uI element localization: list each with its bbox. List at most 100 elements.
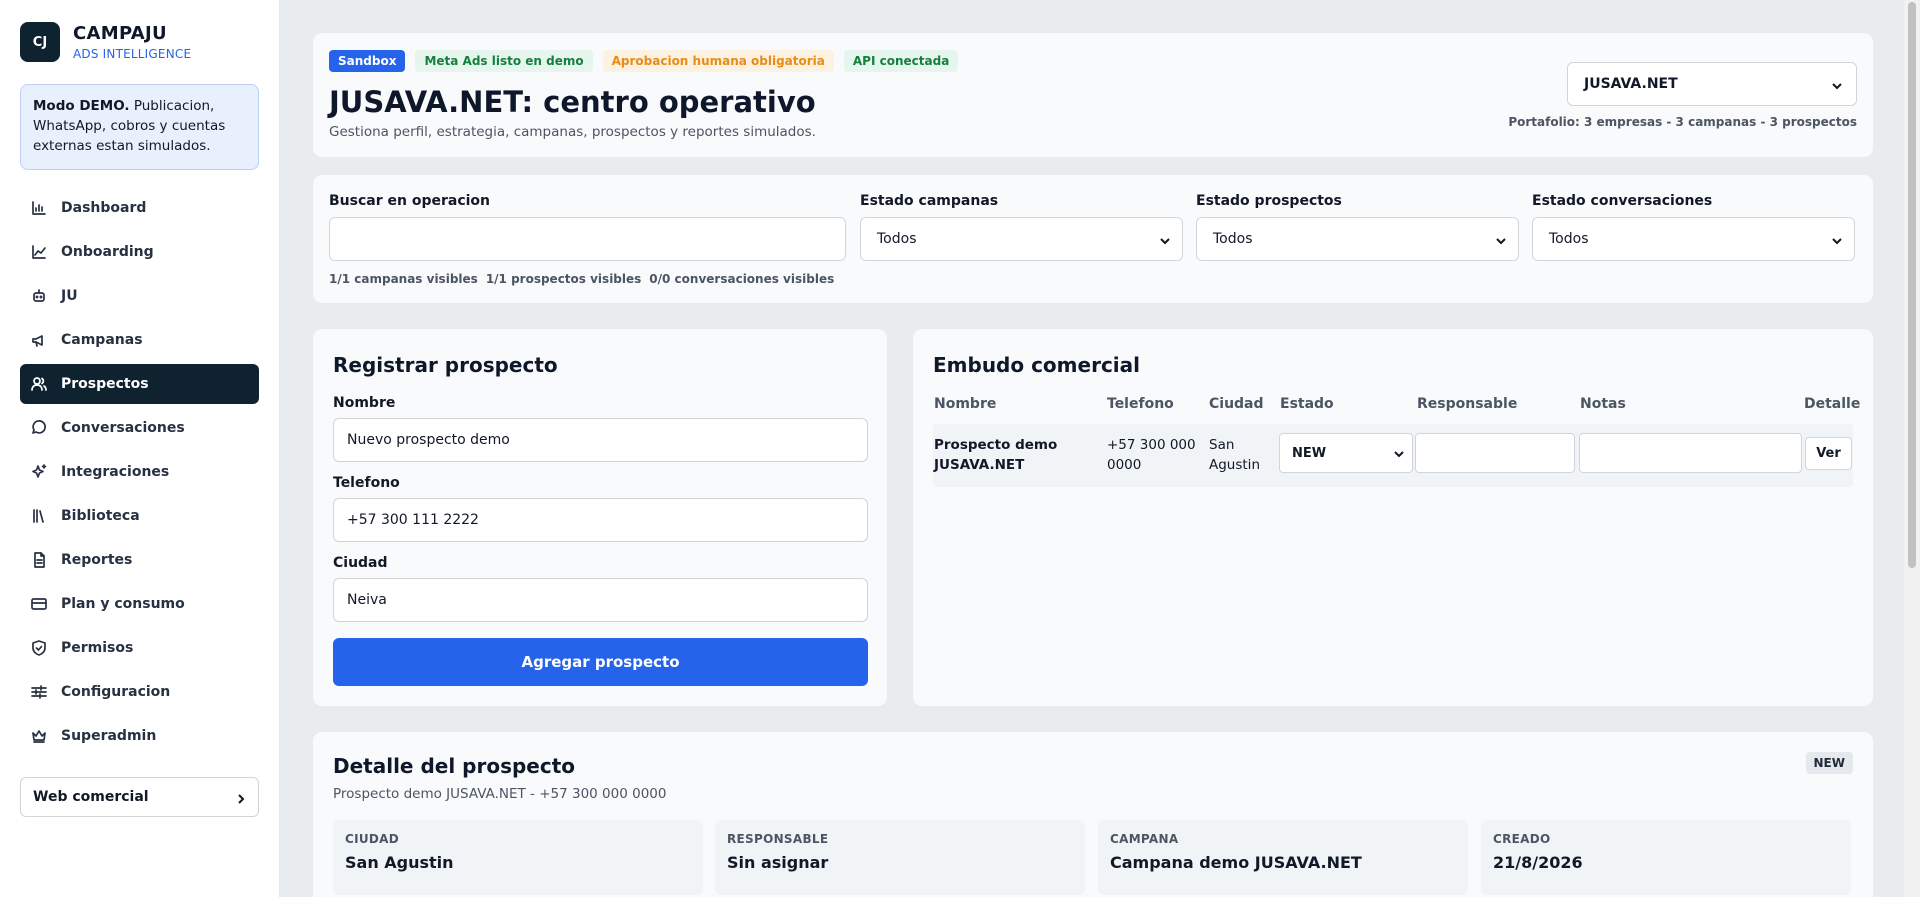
bot-icon xyxy=(30,287,48,305)
prospect-status-select[interactable]: Todos xyxy=(1196,217,1519,261)
sales-funnel-card: Embudo comercial Nombre Telefono Ciudad … xyxy=(912,328,1874,707)
sidebar-item-ju[interactable]: JU xyxy=(20,276,259,316)
name-label: Nombre xyxy=(333,395,396,411)
campaign-status-select[interactable]: Todos xyxy=(860,217,1183,261)
sidebar-item-label: Configuracion xyxy=(61,684,171,700)
web-comercial-button[interactable]: Web comercial xyxy=(20,777,259,817)
company-select-value: JUSAVA.NET xyxy=(1584,76,1678,92)
library-icon xyxy=(30,507,48,525)
sparkles-icon xyxy=(30,463,48,481)
web-comercial-label: Web comercial xyxy=(33,789,149,805)
sidebar-item-label: Onboarding xyxy=(61,244,154,260)
brand-logo: CJ xyxy=(20,22,60,62)
sidebar-item-biblioteca[interactable]: Biblioteca xyxy=(20,496,259,536)
portfolio-summary: Portafolio: 3 empresas - 3 campanas - 3 … xyxy=(1508,115,1857,129)
visibility-counts: 1/1 campanas visibles 1/1 prospectos vis… xyxy=(329,272,842,286)
tile-value: Campana demo JUSAVA.NET xyxy=(1110,853,1362,872)
sidebar-item-label: Campanas xyxy=(61,332,143,348)
sidebar-item-label: JU xyxy=(61,288,78,304)
detail-title: Detalle del prospecto xyxy=(333,754,576,778)
responsible-input[interactable] xyxy=(1415,433,1575,473)
demo-notice-title: Modo DEMO. xyxy=(33,98,130,114)
register-prospect-card: Registrar prospecto Nombre Nuevo prospec… xyxy=(312,328,888,707)
sidebar-item-label: Integraciones xyxy=(61,464,170,480)
tile-value: 21/8/2026 xyxy=(1493,853,1583,872)
demo-notice: Modo DEMO. Publicacion, WhatsApp, cobros… xyxy=(20,84,259,170)
chevron-down-icon xyxy=(1496,234,1506,245)
chevron-down-icon xyxy=(1832,79,1842,90)
campaign-status-label: Estado campanas xyxy=(860,193,999,209)
badge-approval: Aprobacion humana obligatoria xyxy=(602,50,834,72)
sidebar-item-permisos[interactable]: Permisos xyxy=(20,628,259,668)
sidebar-item-dashboard[interactable]: Dashboard xyxy=(20,188,259,228)
file-icon xyxy=(30,551,48,569)
sidebar-item-reportes[interactable]: Reportes xyxy=(20,540,259,580)
search-input[interactable] xyxy=(329,217,846,261)
campaign-status-value: Todos xyxy=(877,231,917,247)
sidebar: CJ CAMPAJU ADS INTELLIGENCE Modo DEMO. P… xyxy=(0,0,280,897)
crown-icon xyxy=(30,727,48,745)
name-field[interactable]: Nuevo prospecto demo xyxy=(333,418,868,462)
city-label: Ciudad xyxy=(333,555,388,571)
filters-card: Buscar en operacion Estado campanas Todo… xyxy=(312,174,1874,304)
sidebar-item-integraciones[interactable]: Integraciones xyxy=(20,452,259,492)
conversation-status-select[interactable]: Todos xyxy=(1532,217,1855,261)
campaign-count: 1/1 campanas visibles xyxy=(329,272,478,286)
sidebar-item-label: Conversaciones xyxy=(61,420,185,436)
city-field[interactable]: Neiva xyxy=(333,578,868,622)
sidebar-item-configuracion[interactable]: Configuracion xyxy=(20,672,259,712)
tile-value: San Agustin xyxy=(345,853,454,872)
credit-card-icon xyxy=(30,595,48,613)
prospect-city-cell: San Agustin xyxy=(1209,437,1260,473)
page-scrollbar[interactable] xyxy=(1904,0,1920,897)
column-header: Notas xyxy=(1580,396,1626,412)
sidebar-item-conversaciones[interactable]: Conversaciones xyxy=(20,408,259,448)
tile-label: CAMPANA xyxy=(1110,832,1179,846)
notes-input[interactable] xyxy=(1579,433,1802,473)
sidebar-item-onboarding[interactable]: Onboarding xyxy=(20,232,259,272)
column-header: Ciudad xyxy=(1209,396,1264,412)
badge-meta-ads: Meta Ads listo en demo xyxy=(415,50,593,72)
column-header: Detalle xyxy=(1804,396,1861,412)
phone-field[interactable]: +57 300 111 2222 xyxy=(333,498,868,542)
prospect-detail-card: Detalle del prospecto Prospecto demo JUS… xyxy=(312,731,1874,897)
add-prospect-button[interactable]: Agregar prospecto xyxy=(333,638,868,686)
scrollbar-thumb[interactable] xyxy=(1908,2,1916,568)
sidebar-item-label: Superadmin xyxy=(61,728,157,744)
shield-icon xyxy=(30,639,48,657)
sidebar-item-prospectos[interactable]: Prospectos xyxy=(20,364,259,404)
tile-label: CIUDAD xyxy=(345,832,400,846)
sidebar-item-label: Biblioteca xyxy=(61,508,140,524)
prospect-name-cell: Prospecto demo JUSAVA.NET xyxy=(934,437,1058,473)
sidebar-item-campanas[interactable]: Campanas xyxy=(20,320,259,360)
detail-tile-city: CIUDAD San Agustin xyxy=(333,820,703,895)
view-detail-button[interactable]: Ver xyxy=(1805,437,1852,470)
column-header: Estado xyxy=(1280,396,1334,412)
chevron-down-icon xyxy=(1160,234,1170,245)
header-card: Sandbox Meta Ads listo en demo Aprobacio… xyxy=(312,32,1874,158)
megaphone-icon xyxy=(30,331,48,349)
sliders-icon xyxy=(30,683,48,701)
prospect-status-filter: Estado prospectos Todos xyxy=(1196,193,1519,261)
line-chart-icon xyxy=(30,243,48,261)
conversation-status-value: Todos xyxy=(1549,231,1589,247)
users-icon xyxy=(30,375,48,393)
company-select[interactable]: JUSAVA.NET xyxy=(1567,62,1857,106)
sidebar-item-label: Plan y consumo xyxy=(61,596,185,612)
badge-api: API conectada xyxy=(843,50,959,72)
status-badge: NEW xyxy=(1805,752,1853,774)
prospect-count: 1/1 prospectos visibles xyxy=(485,272,642,286)
conversation-status-filter: Estado conversaciones Todos xyxy=(1532,193,1855,261)
brand[interactable]: CJ CAMPAJU ADS INTELLIGENCE xyxy=(20,22,191,62)
status-badges: Sandbox Meta Ads listo en demo Aprobacio… xyxy=(329,50,968,72)
sidebar-item-plan[interactable]: Plan y consumo xyxy=(20,584,259,624)
prospect-status-select[interactable]: NEW xyxy=(1279,433,1413,473)
brand-name: CAMPAJU xyxy=(73,23,167,44)
funnel-title: Embudo comercial xyxy=(933,353,1141,377)
prospect-status-value: NEW xyxy=(1292,445,1327,461)
sidebar-item-superadmin[interactable]: Superadmin xyxy=(20,716,259,756)
sidebar-item-label: Prospectos xyxy=(61,376,149,392)
sidebar-item-label: Dashboard xyxy=(61,200,147,216)
campaign-status-filter: Estado campanas Todos xyxy=(860,193,1183,261)
bar-chart-icon xyxy=(30,199,48,217)
